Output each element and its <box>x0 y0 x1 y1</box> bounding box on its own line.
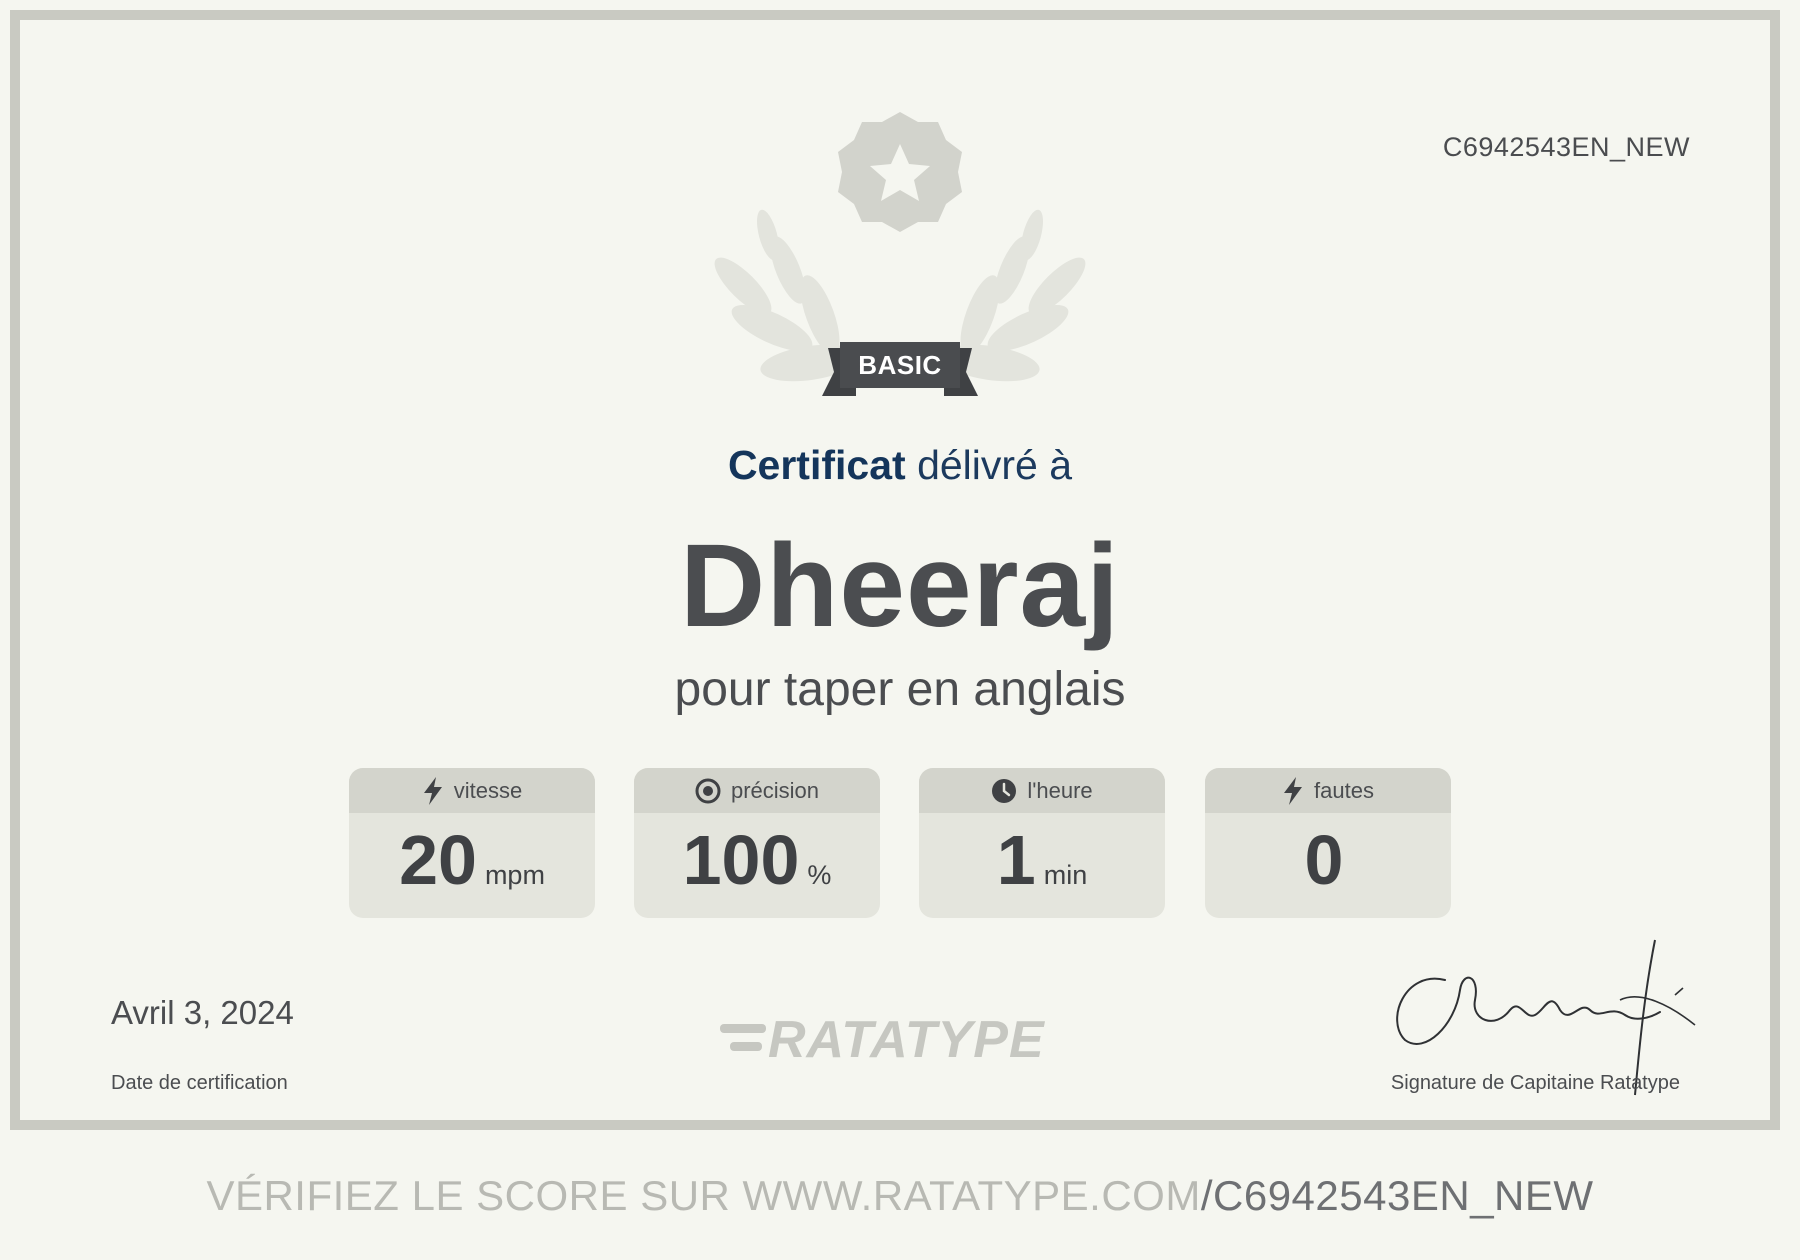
stat-unit: mpm <box>484 860 545 890</box>
stat-body: 0 <box>1205 813 1451 918</box>
stat-label: vitesse <box>453 777 523 803</box>
ratatype-logo-text: RATATYPE <box>768 1011 1045 1069</box>
seal-icon <box>838 112 962 232</box>
clock-icon <box>992 778 1017 803</box>
stat-label: précision <box>730 777 820 803</box>
stat-unit: % <box>807 860 832 890</box>
certificate-id: C6942543EN_NEW <box>1442 132 1690 162</box>
stat-value: 100 <box>682 821 800 899</box>
lightning-icon <box>1284 776 1303 805</box>
stat-body: 1 min <box>919 813 1165 918</box>
stat-header: vitesse <box>349 768 595 813</box>
delivered-rest: délivré à <box>917 442 1073 488</box>
stat-card-accuracy: précision 100 % <box>634 768 880 918</box>
stat-unit: min <box>1043 860 1088 890</box>
lightning-icon <box>423 776 442 805</box>
stat-card-errors: fautes 0 <box>1205 768 1451 918</box>
stats-row: vitesse 20 mpm précision 100 % l'heure 1… <box>349 768 1451 918</box>
stat-body: 100 % <box>634 813 880 918</box>
target-icon <box>695 778 721 803</box>
stat-value: 0 <box>1304 821 1344 899</box>
stat-header: l'heure <box>919 768 1165 813</box>
stat-card-time: l'heure 1 min <box>919 768 1165 918</box>
verify-prefix: VÉRIFIEZ LE SCORE SUR WWW.RATATYPE.COM <box>206 1172 1201 1219</box>
certificate-page: C6942543EN_NEW BASIC Certificat délivré … <box>0 0 1800 1260</box>
stat-value: 1 <box>996 821 1036 899</box>
recipient-name: Dheeraj <box>680 520 1120 652</box>
stat-body: 20 mpm <box>349 813 595 918</box>
certification-date-label: Date de certification <box>111 1072 288 1094</box>
verify-score-line: VÉRIFIEZ LE SCORE SUR WWW.RATATYPE.COM/C… <box>0 1172 1800 1220</box>
delivered-strong: Certificat <box>727 442 906 488</box>
stat-label: l'heure <box>1027 777 1093 803</box>
signature-label: Signature de Capitaine Ratatype <box>1390 1072 1680 1094</box>
stat-header: précision <box>634 768 880 813</box>
stat-header: fautes <box>1205 768 1451 813</box>
certification-date: Avril 3, 2024 <box>111 994 294 1031</box>
verify-code: /C6942543EN_NEW <box>1200 1172 1594 1219</box>
stat-card-speed: vitesse 20 mpm <box>349 768 595 918</box>
certificate-subject: pour taper en anglais <box>674 663 1126 716</box>
delivered-heading: Certificat délivré à <box>0 442 1800 489</box>
level-badge-label: BASIC <box>858 350 942 380</box>
stat-label: fautes <box>1314 777 1374 803</box>
stat-value: 20 <box>399 821 477 899</box>
